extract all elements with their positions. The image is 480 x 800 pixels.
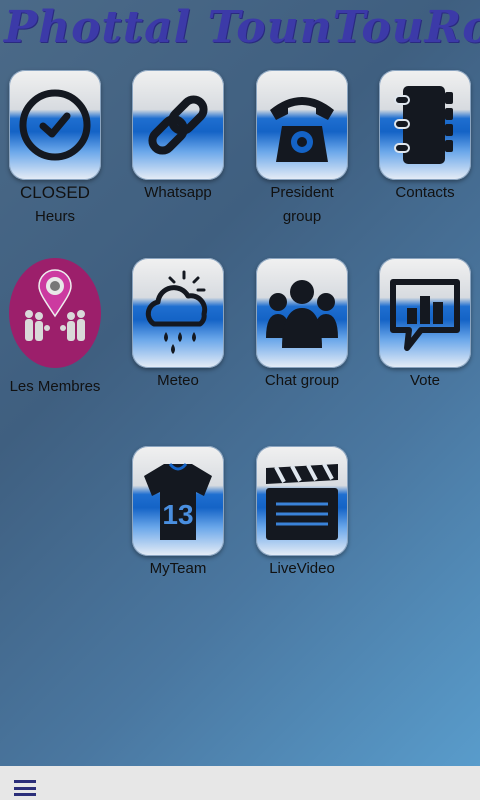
whatsapp-tile-box [132, 70, 224, 180]
tile-vote[interactable]: Vote [365, 258, 480, 392]
chat-tile-box [256, 258, 348, 368]
jersey-number: 13 [162, 499, 193, 530]
contacts-tile-box [379, 70, 471, 180]
tile-meteo[interactable]: Meteo [118, 258, 238, 392]
tile-membres[interactable]: Les Membres [0, 258, 115, 398]
members-tile-circle [9, 258, 101, 368]
tile-contacts-label: Contacts [395, 184, 455, 201]
tile-vote-label: Vote [409, 372, 441, 389]
tile-president[interactable]: President group [242, 70, 362, 228]
vote-tile-box [379, 258, 471, 368]
tile-myteam-label: MyTeam [149, 560, 207, 577]
chain-link-icon [148, 95, 208, 155]
tile-chat[interactable]: Chat group [242, 258, 362, 392]
clapperboard-icon [266, 463, 338, 540]
telephone-icon [270, 97, 334, 162]
tile-president-label: President [270, 184, 334, 201]
tile-closed-label: CLOSED [20, 183, 90, 202]
weather-cloud-icon [145, 270, 208, 354]
tile-chat-label: Chat group [264, 372, 340, 389]
livevideo-tile-box [256, 446, 348, 556]
people-group-icon [266, 280, 338, 348]
tile-president-sublabel: group [282, 208, 322, 225]
app-title: Phottal TounTouRoun [4, 2, 480, 53]
tile-closed[interactable]: CLOSED Heurs [0, 70, 115, 228]
tile-contacts[interactable]: Contacts [365, 70, 480, 204]
tile-membres-label: Les Membres [9, 378, 101, 395]
tile-whatsapp[interactable]: Whatsapp [118, 70, 238, 204]
address-book-icon [394, 86, 453, 164]
tile-myteam[interactable]: 13 MyTeam [118, 446, 238, 580]
clock-icon [19, 89, 91, 161]
tile-livevideo-label: LiveVideo [269, 560, 335, 577]
president-tile-box [256, 70, 348, 180]
tile-whatsapp-label: Whatsapp [144, 184, 212, 201]
bottom-bar [0, 766, 480, 800]
myteam-tile-box: 13 [132, 446, 224, 556]
members-location-icon [25, 269, 85, 341]
clock-tile-box [9, 70, 101, 180]
tile-meteo-label: Meteo [157, 372, 199, 389]
jersey-icon: 13 [144, 463, 212, 540]
tile-livevideo[interactable]: LiveVideo [242, 446, 362, 580]
tile-closed-sublabel: Heurs [34, 208, 75, 225]
bar-chart-speech-icon [390, 279, 460, 351]
meteo-tile-box [132, 258, 224, 368]
hamburger-menu-icon[interactable] [14, 780, 36, 796]
